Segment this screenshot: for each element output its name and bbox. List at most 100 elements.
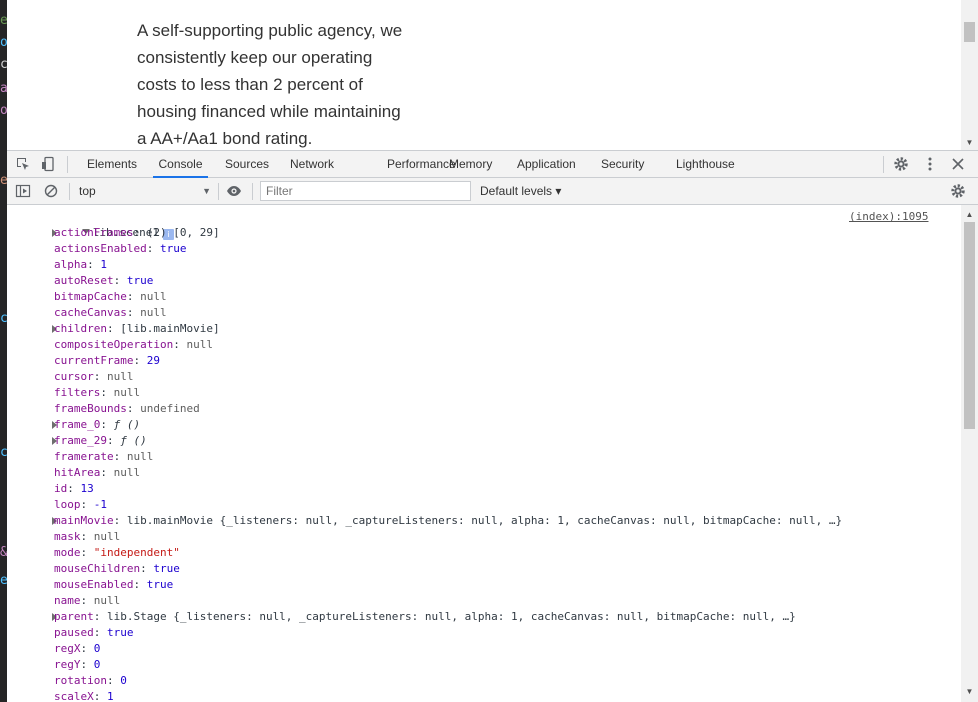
property-row[interactable]: regX: 0 [54, 641, 100, 657]
page-text-line: costs to less than 2 percent of [137, 75, 363, 94]
property-separator: : [93, 370, 107, 383]
property-row[interactable]: children: [lib.mainMovie] [54, 321, 220, 337]
property-row[interactable]: mode: "independent" [54, 545, 180, 561]
property-row[interactable]: bitmapCache: null [54, 289, 167, 305]
gear-icon[interactable] [893, 156, 909, 172]
property-key: children [54, 322, 107, 335]
property-value: 1 [100, 258, 107, 271]
console-scrollbar-thumb[interactable] [964, 222, 975, 429]
vertical-dots-icon[interactable] [922, 156, 938, 172]
tab-performance[interactable]: Performance [387, 151, 456, 178]
tab-lighthouse[interactable]: Lighthouse [676, 151, 735, 178]
page-scrollbar[interactable]: ▼ [961, 0, 978, 150]
property-row[interactable]: id: 13 [54, 481, 94, 497]
property-row[interactable]: rotation: 0 [54, 673, 127, 689]
property-row[interactable]: name: null [54, 593, 120, 609]
property-row[interactable]: compositeOperation: null [54, 337, 213, 353]
property-value: lib.mainMovie {_listeners: null, _captur… [126, 514, 843, 527]
property-row[interactable]: mouseEnabled: true [54, 577, 173, 593]
property-key: rotation [54, 674, 107, 687]
property-row[interactable]: hitArea: null [54, 465, 140, 481]
tab-memory[interactable]: Memory [449, 151, 492, 178]
property-key: mainMovie [54, 514, 114, 527]
property-row[interactable]: framerate: null [54, 449, 153, 465]
property-row[interactable]: actionFrames: (2) [0, 29] [54, 225, 220, 241]
console-output[interactable]: lib.scene1 i (index):1095 actionFrames: (… [7, 205, 961, 702]
close-icon[interactable] [950, 156, 966, 172]
scroll-down-arrow-icon[interactable]: ▼ [961, 136, 978, 149]
property-value: -1 [93, 498, 107, 511]
tab-application[interactable]: Application [517, 151, 576, 178]
toolbar-divider [883, 156, 884, 173]
property-value: true [153, 562, 180, 575]
property-key: mouseChildren [54, 562, 141, 575]
tab-elements[interactable]: Elements [87, 151, 137, 178]
property-row[interactable]: loop: -1 [54, 497, 107, 513]
property-row[interactable]: mouseChildren: true [54, 561, 180, 577]
tab-console[interactable]: Console [153, 151, 208, 178]
property-row[interactable]: parent: lib.Stage {_listeners: null, _ca… [54, 609, 796, 625]
property-separator: : [126, 402, 141, 415]
property-row[interactable]: mainMovie: lib.mainMovie {_listeners: nu… [54, 513, 842, 529]
property-row[interactable]: scaleX: 1 [54, 689, 114, 702]
property-key: paused [54, 626, 94, 639]
console-object-root[interactable]: lib.scene1 i [42, 209, 174, 240]
clear-console-icon[interactable] [43, 183, 59, 199]
tab-network[interactable]: Network [290, 151, 334, 178]
source-link[interactable]: (index):1095 [849, 209, 928, 225]
property-separator: : [113, 274, 127, 287]
property-value: true [159, 242, 187, 255]
console-settings-gear-icon[interactable] [950, 183, 966, 199]
property-row[interactable]: frame_0: ƒ () [54, 417, 140, 433]
property-row[interactable]: cacheCanvas: null [54, 305, 167, 321]
property-key: filters [54, 386, 101, 399]
property-row[interactable]: autoReset: true [54, 273, 153, 289]
property-value: 0 [93, 642, 101, 655]
property-key: actionsEnabled [54, 242, 147, 255]
inspect-element-icon[interactable] [15, 156, 31, 172]
web-page-viewport[interactable]: A self-supporting public agency, we consi… [7, 0, 978, 150]
property-row[interactable]: paused: true [54, 625, 134, 641]
property-row[interactable]: filters: null [54, 385, 140, 401]
property-key: mask [54, 530, 81, 543]
tab-sources[interactable]: Sources [225, 151, 269, 178]
eye-icon[interactable] [226, 183, 242, 199]
property-separator: : [80, 642, 94, 655]
property-key: bitmapCache [54, 290, 127, 303]
filter-input[interactable] [260, 181, 471, 201]
scroll-up-arrow-icon[interactable]: ▲ [961, 208, 978, 221]
property-row[interactable]: cursor: null [54, 369, 134, 385]
property-separator: : [100, 466, 114, 479]
property-key: scaleX [54, 690, 94, 702]
property-row[interactable]: currentFrame: 29 [54, 353, 160, 369]
property-value: true [107, 626, 134, 639]
property-key: name [54, 594, 81, 607]
tab-security[interactable]: Security [601, 151, 644, 178]
toolbar-divider [69, 183, 70, 200]
log-levels-dropdown[interactable]: Default levels ▾ [480, 183, 561, 200]
property-separator: : [80, 594, 94, 607]
property-key: frame_0 [54, 418, 101, 431]
page-text-line: a AA+/Aa1 bond rating. [137, 129, 313, 148]
property-value: true [146, 578, 174, 591]
property-key: regY [54, 658, 81, 671]
property-value: null [93, 530, 121, 543]
scroll-down-arrow-icon[interactable]: ▼ [961, 685, 978, 698]
property-row[interactable]: frame_29: ƒ () [54, 433, 147, 449]
device-toolbar-icon[interactable] [41, 156, 57, 172]
property-row[interactable]: mask: null [54, 529, 120, 545]
page-scrollbar-thumb[interactable] [964, 22, 975, 42]
devtools-tab-bar: Elements Console Sources Network Performance… [7, 150, 978, 178]
sidebar-toggle-icon[interactable] [15, 183, 31, 199]
context-selector[interactable]: top ▼ [79, 183, 211, 200]
property-row[interactable]: regY: 0 [54, 657, 100, 673]
property-separator: : [67, 482, 81, 495]
property-row[interactable]: alpha: 1 [54, 257, 107, 273]
property-value: null [93, 594, 121, 607]
property-value: (2) [0, 29] [146, 226, 220, 239]
property-value: 0 [93, 658, 101, 671]
property-value: null [113, 386, 141, 399]
property-row[interactable]: frameBounds: undefined [54, 401, 200, 417]
property-row[interactable]: actionsEnabled: true [54, 241, 186, 257]
console-scrollbar[interactable]: ▲ ▼ [961, 205, 978, 702]
